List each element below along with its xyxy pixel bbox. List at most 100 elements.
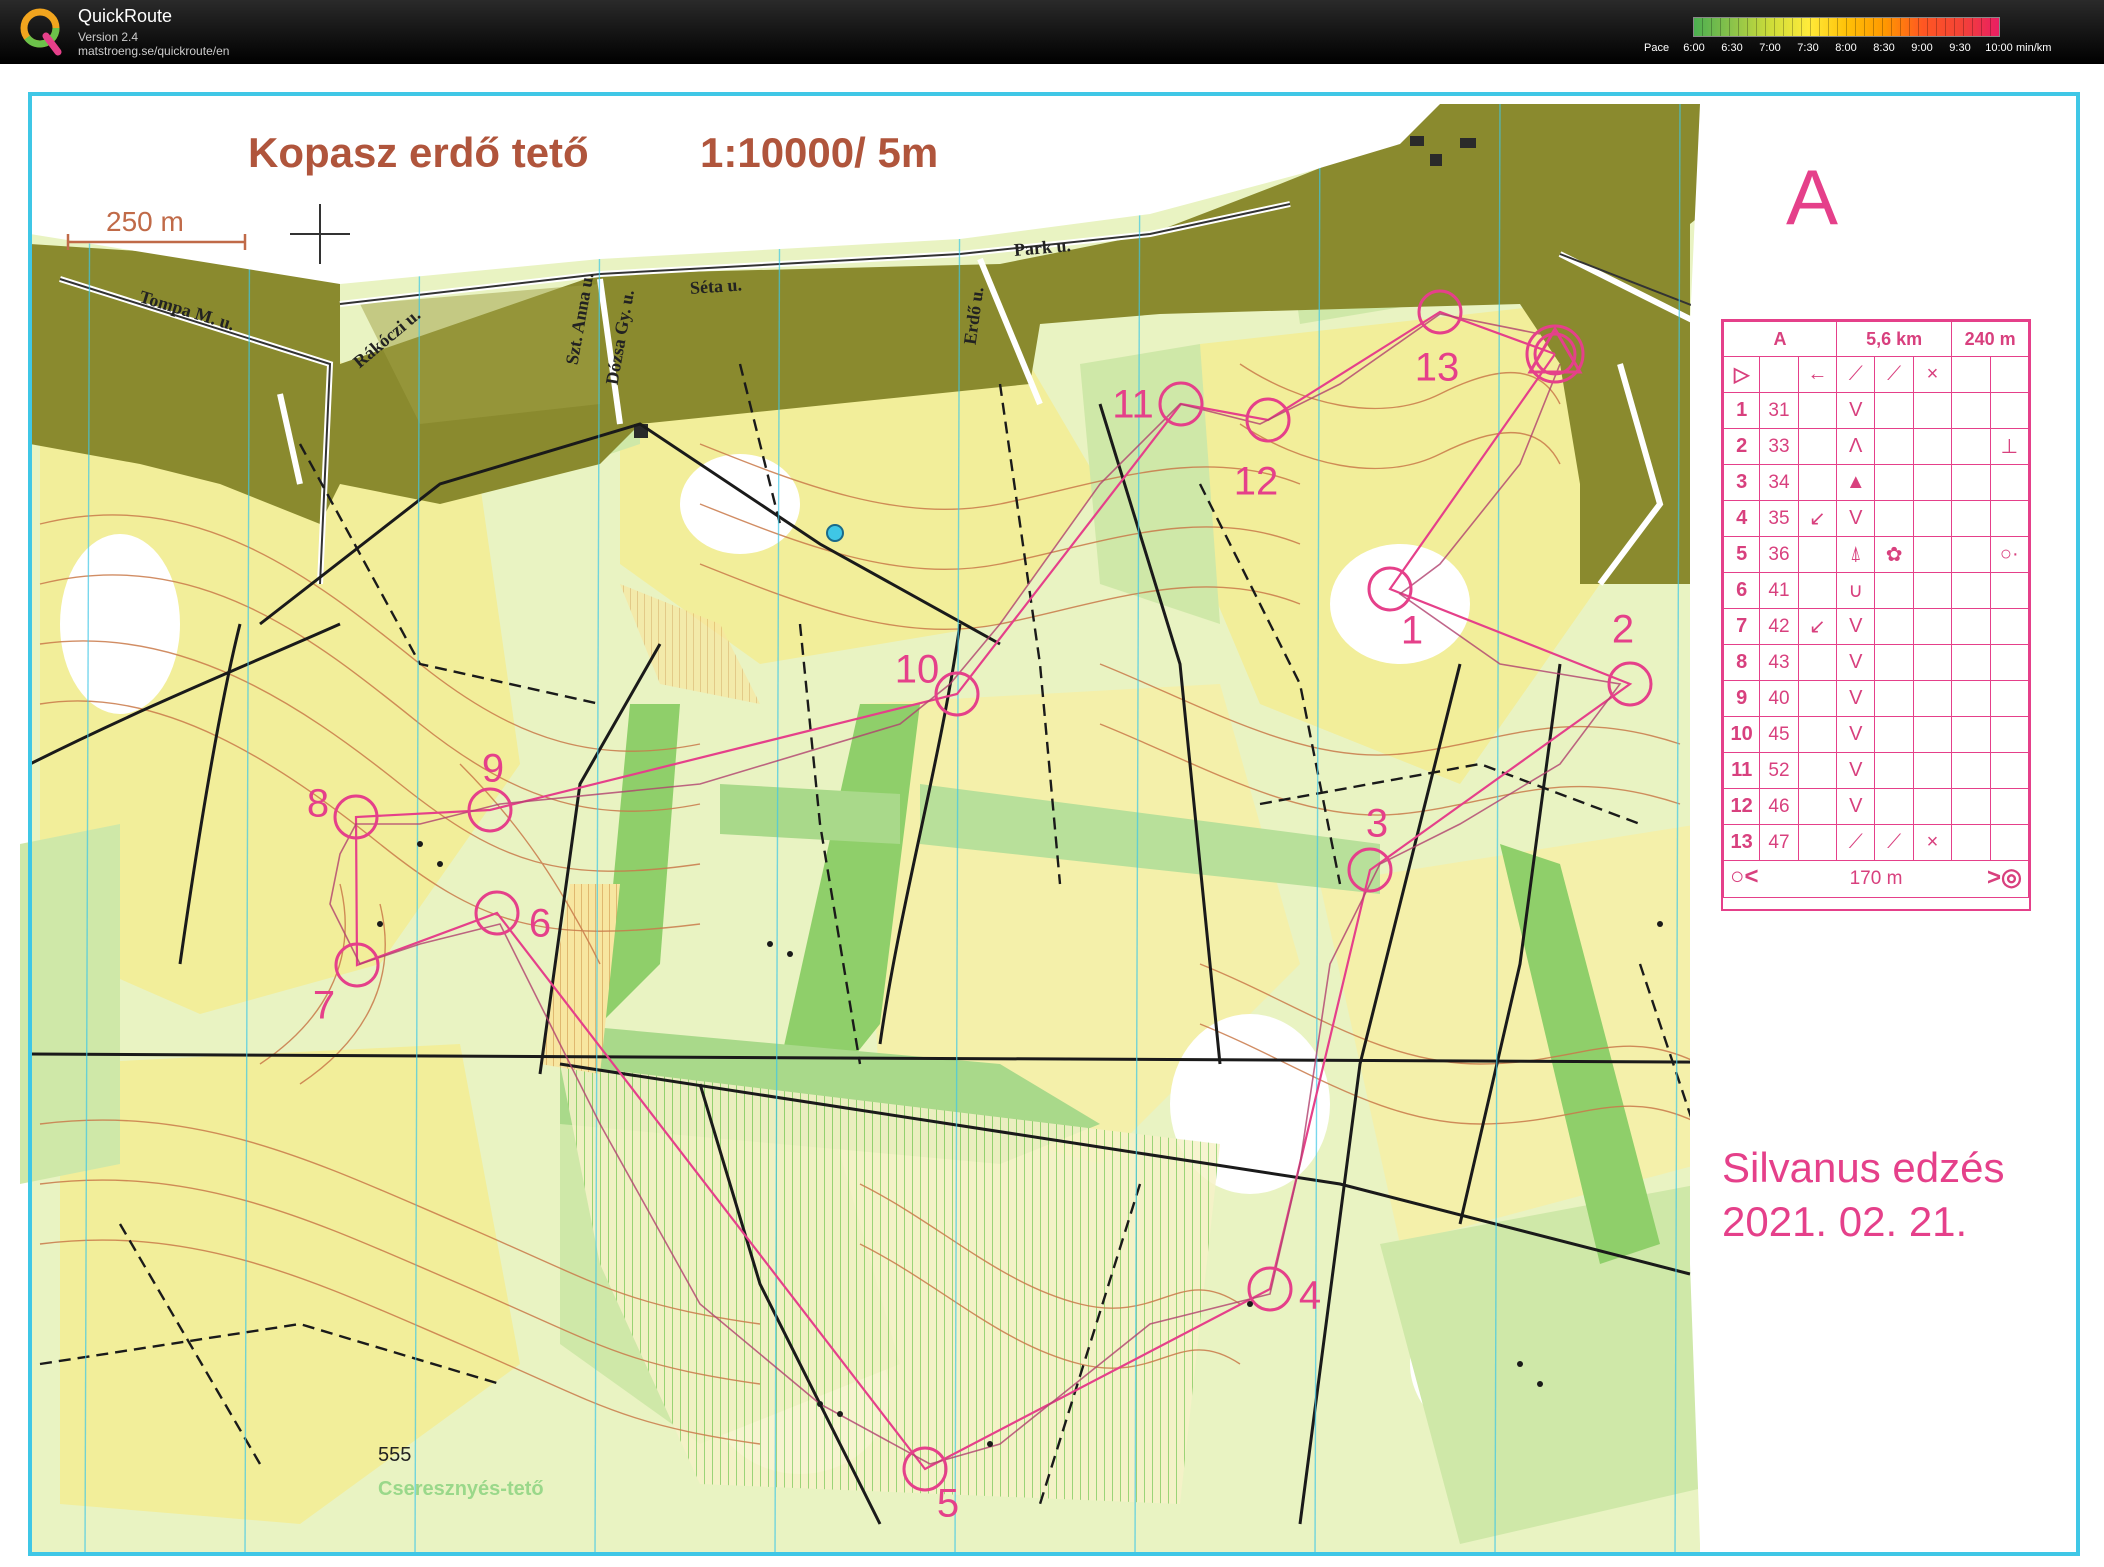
- scale-bar-label: 250 m: [106, 206, 184, 237]
- white-forest: [680, 454, 800, 554]
- description-row: 11 52 V: [1722, 752, 2030, 789]
- pace-tick: 9:30: [1949, 42, 1971, 54]
- description-row: 10 45 V: [1722, 716, 2030, 753]
- location-cell: ⊥: [1989, 428, 2030, 465]
- description-row: 1 31 V: [1722, 392, 2030, 429]
- control-number-cell: 9: [1722, 680, 1761, 717]
- appearance-cell: [1874, 500, 1914, 537]
- location-cell: ○·: [1989, 536, 2030, 573]
- control-code-cell: 42: [1759, 608, 1799, 645]
- location-cell: [1989, 500, 2030, 537]
- control-number-cell: 13: [1722, 824, 1761, 861]
- control-number: 5: [936, 1481, 960, 1526]
- control-number: 1: [1400, 608, 1424, 653]
- map-scale: 1:10000/ 5m: [700, 129, 939, 176]
- feature-symbol-cell: V: [1836, 680, 1876, 717]
- dimension-cell: [1951, 500, 1991, 537]
- event-name: Silvanus edzés: [1722, 1144, 2005, 1191]
- appearance-cell: [1874, 464, 1914, 501]
- description-row: 12 46 V: [1722, 788, 2030, 825]
- detail-cell: [1912, 572, 1953, 609]
- control-number-cell: 12: [1722, 788, 1761, 825]
- control-number: 8: [306, 781, 330, 826]
- location-cell: [1989, 824, 2030, 861]
- detail-cell: [1912, 608, 1953, 645]
- direction-cell: [1797, 824, 1838, 861]
- control-number: 9: [481, 746, 505, 791]
- control-number-cell: 7: [1722, 608, 1761, 645]
- control-number-cell: 10: [1722, 716, 1761, 753]
- detail-cell: [1912, 464, 1953, 501]
- location-cell: [1989, 464, 2030, 501]
- control-number-cell: 5: [1722, 536, 1761, 573]
- direction-cell: [1797, 392, 1838, 429]
- start-triangle-icon: ▷: [1722, 356, 1761, 393]
- course-length: 5,6 km: [1836, 321, 1953, 357]
- arrow-left-icon: ←: [1797, 356, 1838, 393]
- dimension-cell: [1951, 536, 1991, 573]
- control-number-cell: 1: [1722, 392, 1761, 429]
- dimension-cell: [1951, 464, 1991, 501]
- pace-tick: 7:00: [1759, 42, 1781, 54]
- finish-start-icon: ○<: [1730, 863, 1759, 890]
- appearance-cell: [1874, 788, 1914, 825]
- feature-symbol-cell: V: [1836, 500, 1876, 537]
- path-icon: ⟋: [1874, 356, 1914, 393]
- appearance-cell: [1874, 572, 1914, 609]
- start-row: ▷ ← ⟋ ⟋ ×: [1722, 356, 2030, 393]
- description-row: 2 33 Λ ⊥: [1722, 428, 2030, 465]
- appearance-cell: [1874, 392, 1914, 429]
- control-number-cell: 6: [1722, 572, 1761, 609]
- dimension-cell: [1951, 716, 1991, 753]
- direction-cell: [1797, 788, 1838, 825]
- app-version: Version 2.4: [78, 30, 139, 44]
- pace-unit: min/km: [2016, 42, 2052, 54]
- location-cell: [1989, 392, 2030, 429]
- pace-tick: 8:00: [1835, 42, 1857, 54]
- location-cell: [1989, 752, 2030, 789]
- detail-cell: [1912, 680, 1953, 717]
- course-name: A: [1722, 321, 1838, 357]
- finish-end-icon: >◎: [1987, 864, 2022, 891]
- spot-height: 555: [378, 1444, 412, 1466]
- street-name: Séta u.: [689, 274, 743, 298]
- description-row: 13 47 ⟋ ⟋ ×: [1722, 824, 2030, 861]
- detail-cell: [1912, 536, 1953, 573]
- direction-cell: [1797, 680, 1838, 717]
- control-code-cell: 36: [1759, 536, 1799, 573]
- course-climb: 240 m: [1951, 321, 2029, 357]
- crossing-icon: ×: [1912, 356, 1953, 393]
- orienteering-map[interactable]: Kopasz erdő tető 1:10000/ 5m 250 m A Sil…: [0, 64, 2104, 1567]
- quickroute-logo-icon: [20, 8, 62, 56]
- pace-color-bar: [1693, 17, 2000, 37]
- control-number: 12: [1233, 459, 1279, 504]
- control-code-cell: 47: [1759, 824, 1799, 861]
- control-number-cell: 3: [1722, 464, 1761, 501]
- control-code-cell: 46: [1759, 788, 1799, 825]
- pace-legend: Pace 6:00 6:30 7:00 7:30 8:00 8:30 9:00 …: [1644, 17, 2084, 58]
- feature-symbol-cell: ▲: [1836, 464, 1876, 501]
- dimension-cell: [1951, 572, 1991, 609]
- white-forest: [60, 534, 180, 714]
- detail-cell: [1912, 392, 1953, 429]
- control-description-sheet: A 5,6 km 240 m ▷ ← ⟋ ⟋ × 1 31 V 2 33 Λ ⊥ 3 34 ▲ 4 3…: [1721, 319, 2031, 911]
- app-url[interactable]: matstroeng.se/quickroute/en: [78, 44, 229, 58]
- control-code-cell: 33: [1759, 428, 1799, 465]
- dimension-cell: [1951, 788, 1991, 825]
- direction-cell: [1797, 428, 1838, 465]
- location-cell: [1989, 680, 2030, 717]
- dimension-cell: [1951, 644, 1991, 681]
- pace-tick: 10:00: [1985, 42, 2013, 54]
- detail-cell: [1912, 500, 1953, 537]
- pace-tick: 6:00: [1683, 42, 1705, 54]
- detail-cell: ×: [1912, 824, 1953, 861]
- description-row: 6 41 ∪: [1722, 572, 2030, 609]
- direction-cell: [1797, 536, 1838, 573]
- control-number: 13: [1414, 345, 1460, 390]
- location-cell: [1989, 572, 2030, 609]
- feature-symbol-cell: ⟋: [1836, 824, 1876, 861]
- location-cell: [1989, 788, 2030, 825]
- control-code-cell: 41: [1759, 572, 1799, 609]
- dense-green: [720, 784, 900, 844]
- appearance-cell: [1874, 644, 1914, 681]
